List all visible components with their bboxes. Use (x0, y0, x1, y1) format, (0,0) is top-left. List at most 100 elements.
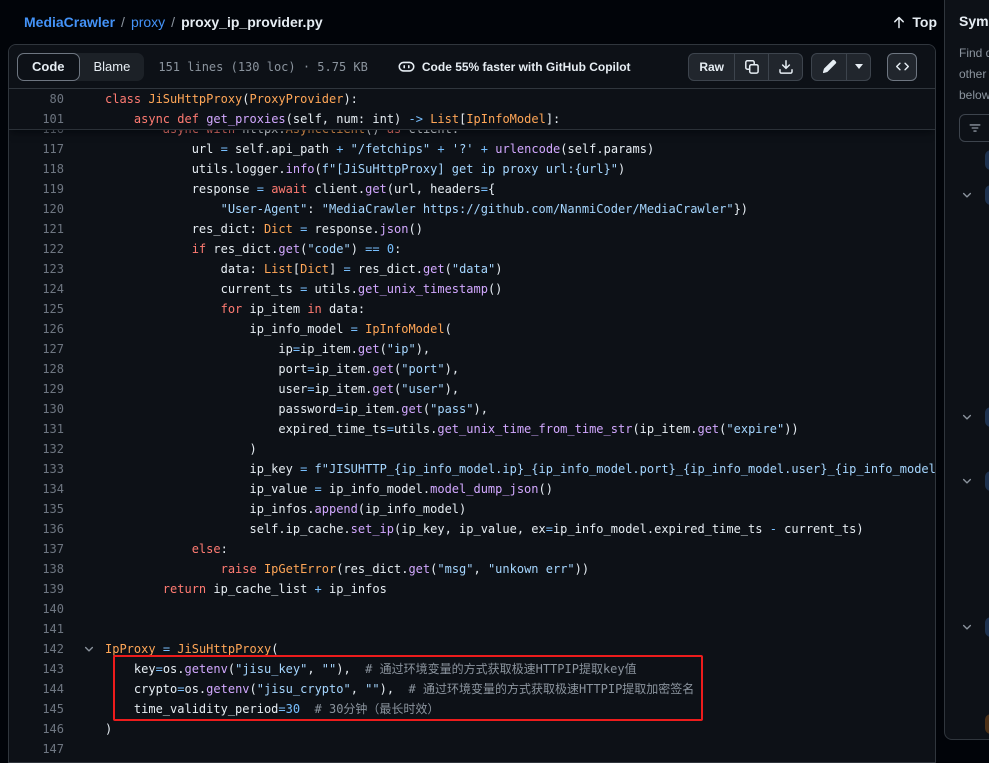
code-line-139: 139 return ip_cache_list + ip_infos (9, 579, 935, 599)
symbol-row[interactable] (961, 184, 989, 206)
code-text: ip=ip_item.get("ip"), (105, 339, 935, 359)
code-line-133: 133 ip_key = f"JISUHTTP_{ip_info_model.i… (9, 459, 935, 479)
copilot-banner-text: Code 55% faster with GitHub Copilot (422, 60, 631, 74)
edit-file-button[interactable] (812, 54, 846, 80)
breadcrumb-folder-link[interactable]: proxy (131, 14, 165, 30)
symbol-pill[interactable] (985, 471, 989, 491)
line-number-137[interactable]: 137 (9, 539, 73, 559)
line-number-133[interactable]: 133 (9, 459, 73, 479)
filter-icon (968, 121, 982, 135)
caret-down-icon (855, 64, 863, 69)
symbol-row[interactable] (961, 149, 989, 171)
code-line-124: 124 current_ts = utils.get_unix_timestam… (9, 279, 935, 299)
line-number-142[interactable]: 142 (9, 639, 73, 659)
sticky-code-lines: 80class JiSuHttpProxy(ProxyProvider):101… (9, 89, 935, 130)
fold-gutter (73, 539, 105, 559)
fold-gutter (73, 419, 105, 439)
line-number-139[interactable]: 139 (9, 579, 73, 599)
fold-gutter (73, 399, 105, 419)
line-number-119[interactable]: 119 (9, 179, 73, 199)
line-number-123[interactable]: 123 (9, 259, 73, 279)
line-number-140[interactable]: 140 (9, 599, 73, 619)
code-text: ip_value = ip_info_model.model_dump_json… (105, 479, 935, 499)
symbol-row[interactable] (961, 616, 989, 638)
code-lines: 116 async with httpx.AsyncClient() as cl… (9, 89, 935, 759)
chevron-down-icon[interactable] (961, 411, 973, 423)
symbol-pill[interactable] (985, 185, 989, 205)
line-number-117[interactable]: 117 (9, 139, 73, 159)
fold-gutter (73, 579, 105, 599)
code-line-126: 126 ip_info_model = IpInfoModel( (9, 319, 935, 339)
fold-chevron-icon[interactable] (73, 639, 105, 659)
raw-button[interactable]: Raw (689, 54, 734, 80)
line-number-80[interactable]: 80 (9, 89, 73, 109)
line-number-130[interactable]: 130 (9, 399, 73, 419)
line-number-135[interactable]: 135 (9, 499, 73, 519)
chevron-down-icon[interactable] (961, 621, 973, 633)
line-number-122[interactable]: 122 (9, 239, 73, 259)
code-line-131: 131 expired_time_ts=utils.get_unix_time_… (9, 419, 935, 439)
line-number-118[interactable]: 118 (9, 159, 73, 179)
edit-dropdown-button[interactable] (846, 54, 870, 80)
code-line-123: 123 data: List[Dict] = res_dict.get("dat… (9, 259, 935, 279)
symbol-row[interactable] (961, 713, 989, 735)
symbol-pill[interactable] (985, 617, 989, 637)
pencil-icon (822, 59, 837, 74)
line-number-128[interactable]: 128 (9, 359, 73, 379)
symbol-pill[interactable] (985, 150, 989, 170)
line-number-134[interactable]: 134 (9, 479, 73, 499)
line-number-120[interactable]: 120 (9, 199, 73, 219)
line-number-124[interactable]: 124 (9, 279, 73, 299)
line-number-132[interactable]: 132 (9, 439, 73, 459)
line-number-129[interactable]: 129 (9, 379, 73, 399)
description-line: other symbols in this file by clicking a… (959, 64, 989, 85)
code-text: time_validity_period=30 # 30分钟（最长时效） (105, 699, 935, 719)
symbol-pill[interactable] (985, 714, 989, 734)
download-raw-button[interactable] (768, 54, 802, 80)
code-text: current_ts = utils.get_unix_timestamp() (105, 279, 935, 299)
breadcrumb-repo-link[interactable]: MediaCrawler (24, 14, 115, 30)
symbols-filter-box[interactable] (959, 114, 989, 142)
line-number-138[interactable]: 138 (9, 559, 73, 579)
back-to-top-button[interactable]: Top (891, 0, 937, 44)
line-number-127[interactable]: 127 (9, 339, 73, 359)
tab-blame[interactable]: Blame (80, 53, 145, 81)
code-blame-switch: Code Blame (17, 53, 144, 81)
line-number-101[interactable]: 101 (9, 109, 73, 129)
symbols-panel-description: Find definitions and references for func… (959, 43, 989, 106)
line-number-143[interactable]: 143 (9, 659, 73, 679)
symbol-row[interactable] (961, 470, 989, 492)
chevron-down-icon[interactable] (961, 475, 973, 487)
line-number-126[interactable]: 126 (9, 319, 73, 339)
copilot-banner-link[interactable]: Code 55% faster with GitHub Copilot (398, 58, 631, 75)
fold-gutter (73, 619, 105, 639)
code-line-147: 147 (9, 739, 935, 759)
line-number-136[interactable]: 136 (9, 519, 73, 539)
symbol-pill[interactable] (985, 407, 989, 427)
code-text: else: (105, 539, 935, 559)
line-number-141[interactable]: 141 (9, 619, 73, 639)
code-text: return ip_cache_list + ip_infos (105, 579, 935, 599)
code-line-127: 127 ip=ip_item.get("ip"), (9, 339, 935, 359)
code-line-130: 130 password=ip_item.get("pass"), (9, 399, 935, 419)
fold-gutter (73, 719, 105, 739)
line-number-144[interactable]: 144 (9, 679, 73, 699)
line-number-145[interactable]: 145 (9, 699, 73, 719)
breadcrumb: MediaCrawler / proxy / proxy_ip_provider… (0, 0, 944, 44)
tab-code[interactable]: Code (17, 53, 80, 81)
copy-raw-button[interactable] (734, 54, 768, 80)
line-number-125[interactable]: 125 (9, 299, 73, 319)
symbol-row[interactable] (961, 406, 989, 428)
chevron-down-icon[interactable] (961, 189, 973, 201)
code-line-120: 120 "User-Agent": "MediaCrawler https://… (9, 199, 935, 219)
symbols-panel-toggle-button[interactable] (887, 53, 917, 81)
line-number-147[interactable]: 147 (9, 739, 73, 759)
code-line-143: 143 key=os.getenv("jisu_key", ""), # 通过环… (9, 659, 935, 679)
code-text: IpProxy = JiSuHttpProxy( (105, 639, 935, 659)
line-number-131[interactable]: 131 (9, 419, 73, 439)
code-symbols-icon (895, 59, 910, 74)
code-line-117: 117 url = self.api_path + "/fetchips" + … (9, 139, 935, 159)
line-number-121[interactable]: 121 (9, 219, 73, 239)
code-line-125: 125 for ip_item in data: (9, 299, 935, 319)
line-number-146[interactable]: 146 (9, 719, 73, 739)
